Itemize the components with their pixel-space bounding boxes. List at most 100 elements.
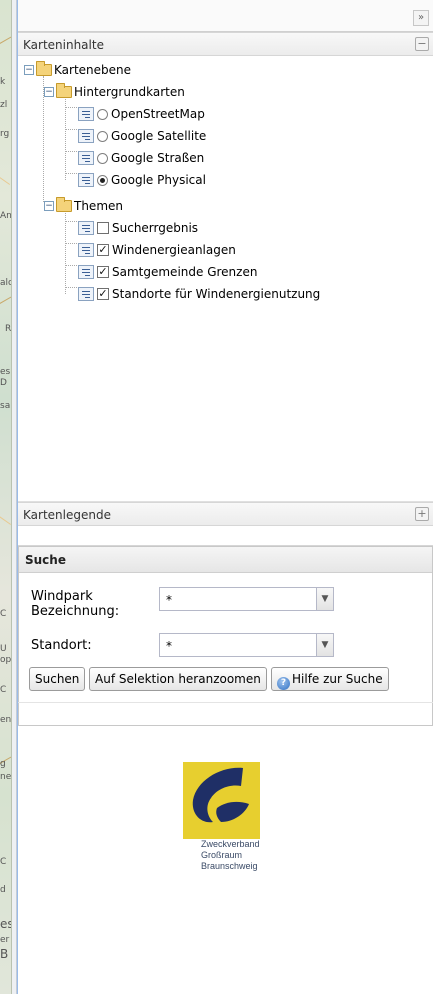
map-road [0,36,11,45]
basemap-google-streets[interactable]: Google Straßen [78,148,204,168]
search-panel-title: Suche [19,547,432,573]
map-label: er [0,935,10,945]
tree-node-label: Google Satellite [111,129,207,143]
basemap-radio[interactable] [97,108,108,120]
tree-node-basemaps[interactable]: − Hintergrundkarten [44,82,185,102]
map-label: U [0,644,7,654]
standort-label: Standort: [31,638,92,653]
layer-icon [78,129,94,143]
layer-checkbox-checked[interactable]: ✓ [97,288,109,300]
tree-connector [65,107,77,108]
collapse-node-icon[interactable]: − [44,201,54,211]
layer-icon [78,151,94,165]
layer-checkbox-checked[interactable]: ✓ [97,244,109,256]
map-label: es [0,917,11,931]
map-road [0,516,11,525]
layer-tree: − Kartenebene − Hintergrundkarten OpenSt… [18,56,433,502]
tree-node-label: Sucherrgebnis [112,221,199,235]
layer-icon [78,265,94,279]
layer-icon [78,287,94,301]
basemap-google-physical[interactable]: Google Physical [78,170,206,190]
basemap-radio[interactable] [97,152,108,164]
layer-checkbox[interactable] [97,222,109,234]
map-label: g [0,759,6,769]
map-label: es [0,367,11,377]
layers-panel-header[interactable]: Karteninhalte − [18,32,433,56]
legend-panel-header[interactable]: Kartenlegende + [18,502,433,526]
tree-node-label: OpenStreetMap [111,107,205,121]
windpark-combobox[interactable]: * ▼ [159,587,334,611]
side-panel-toolbar: » [18,0,433,32]
legend-spacer [18,526,433,546]
basemap-openstreetmap[interactable]: OpenStreetMap [78,104,205,124]
collapse-panel-button[interactable]: » [413,10,429,26]
map-label: ne [0,772,12,782]
theme-sucherrgebnis[interactable]: Sucherrgebnis [78,218,198,238]
chevron-down-icon[interactable]: ▼ [316,634,333,656]
theme-standorte-windenergienutzung[interactable]: ✓ Standorte für Windenergienutzung [78,284,320,304]
layers-panel-title: Karteninhalte [23,38,104,52]
folder-open-icon [36,61,52,76]
tree-node-label: Windenergieanlagen [112,243,236,257]
theme-samtgemeinde-grenzen[interactable]: ✓ Samtgemeinde Grenzen [78,262,257,282]
map-road [0,176,11,185]
folder-open-icon [56,83,72,98]
tree-connector [65,151,77,152]
search-button[interactable]: Suchen [29,667,86,691]
map-label: C [0,609,7,619]
chevron-down-icon[interactable]: ▼ [316,588,333,610]
tree-connector [65,210,66,294]
zgb-logo-mark-icon [192,767,249,823]
map-label: B [0,947,9,961]
help-icon: ? [277,677,290,690]
search-panel: Suche Windpark Bezeichnung: * ▼ Standort… [18,546,433,726]
tree-node-label: Themen [74,199,123,213]
search-help-label: Hilfe zur Suche [292,672,383,686]
map-label: C [0,857,7,867]
tree-node-label: Hintergrundkarten [74,85,185,99]
map-road [0,296,11,305]
collapse-layers-icon[interactable]: − [415,37,429,51]
tree-connector [65,243,77,244]
layer-icon [78,173,94,187]
tree-node-root[interactable]: − Kartenebene [24,60,131,80]
logo-line: Braunschweig [201,861,258,871]
folder-open-icon [56,197,72,212]
tree-node-label: Samtgemeinde Grenzen [112,265,258,279]
standort-value: * [166,639,172,653]
collapse-node-icon[interactable]: − [44,87,54,97]
zoom-to-selection-button[interactable]: Auf Selektion heranzoomen [89,667,267,691]
tree-connector [65,287,77,288]
map-view-edge[interactable]: k zl rg An alc R es D sa C U op C en g n… [0,0,12,994]
map-label: k [0,77,6,87]
expand-legend-icon[interactable]: + [415,507,429,521]
map-label: An [0,211,12,221]
map-label: en [0,715,12,725]
tree-connector [65,173,77,174]
windpark-label: Windpark Bezeichnung: [31,589,120,619]
layer-icon [78,243,94,257]
map-label: alc [0,278,12,288]
layer-checkbox-checked[interactable]: ✓ [97,266,109,278]
tree-connector [65,221,77,222]
search-help-button[interactable]: ? Hilfe zur Suche [271,667,389,691]
map-label: C [0,685,7,695]
tree-connector [65,265,77,266]
tree-node-label: Google Physical [111,173,206,187]
map-label: zl [0,100,8,110]
tree-node-label: Google Straßen [111,151,205,165]
tree-connector [65,129,77,130]
tree-node-themes[interactable]: − Themen [44,196,123,216]
map-label: R [5,324,12,334]
basemap-radio-selected[interactable] [97,174,108,186]
layer-icon [78,221,94,235]
basemap-google-satellite[interactable]: Google Satellite [78,126,206,146]
zgb-logo [183,762,260,839]
theme-windenergieanlagen[interactable]: ✓ Windenergieanlagen [78,240,236,260]
basemap-radio[interactable] [97,130,108,142]
windpark-value: * [166,593,172,607]
logo-line: Zweckverband [201,839,260,849]
collapse-node-icon[interactable]: − [24,65,34,75]
standort-combobox[interactable]: * ▼ [159,633,334,657]
map-label: rg [0,129,10,139]
